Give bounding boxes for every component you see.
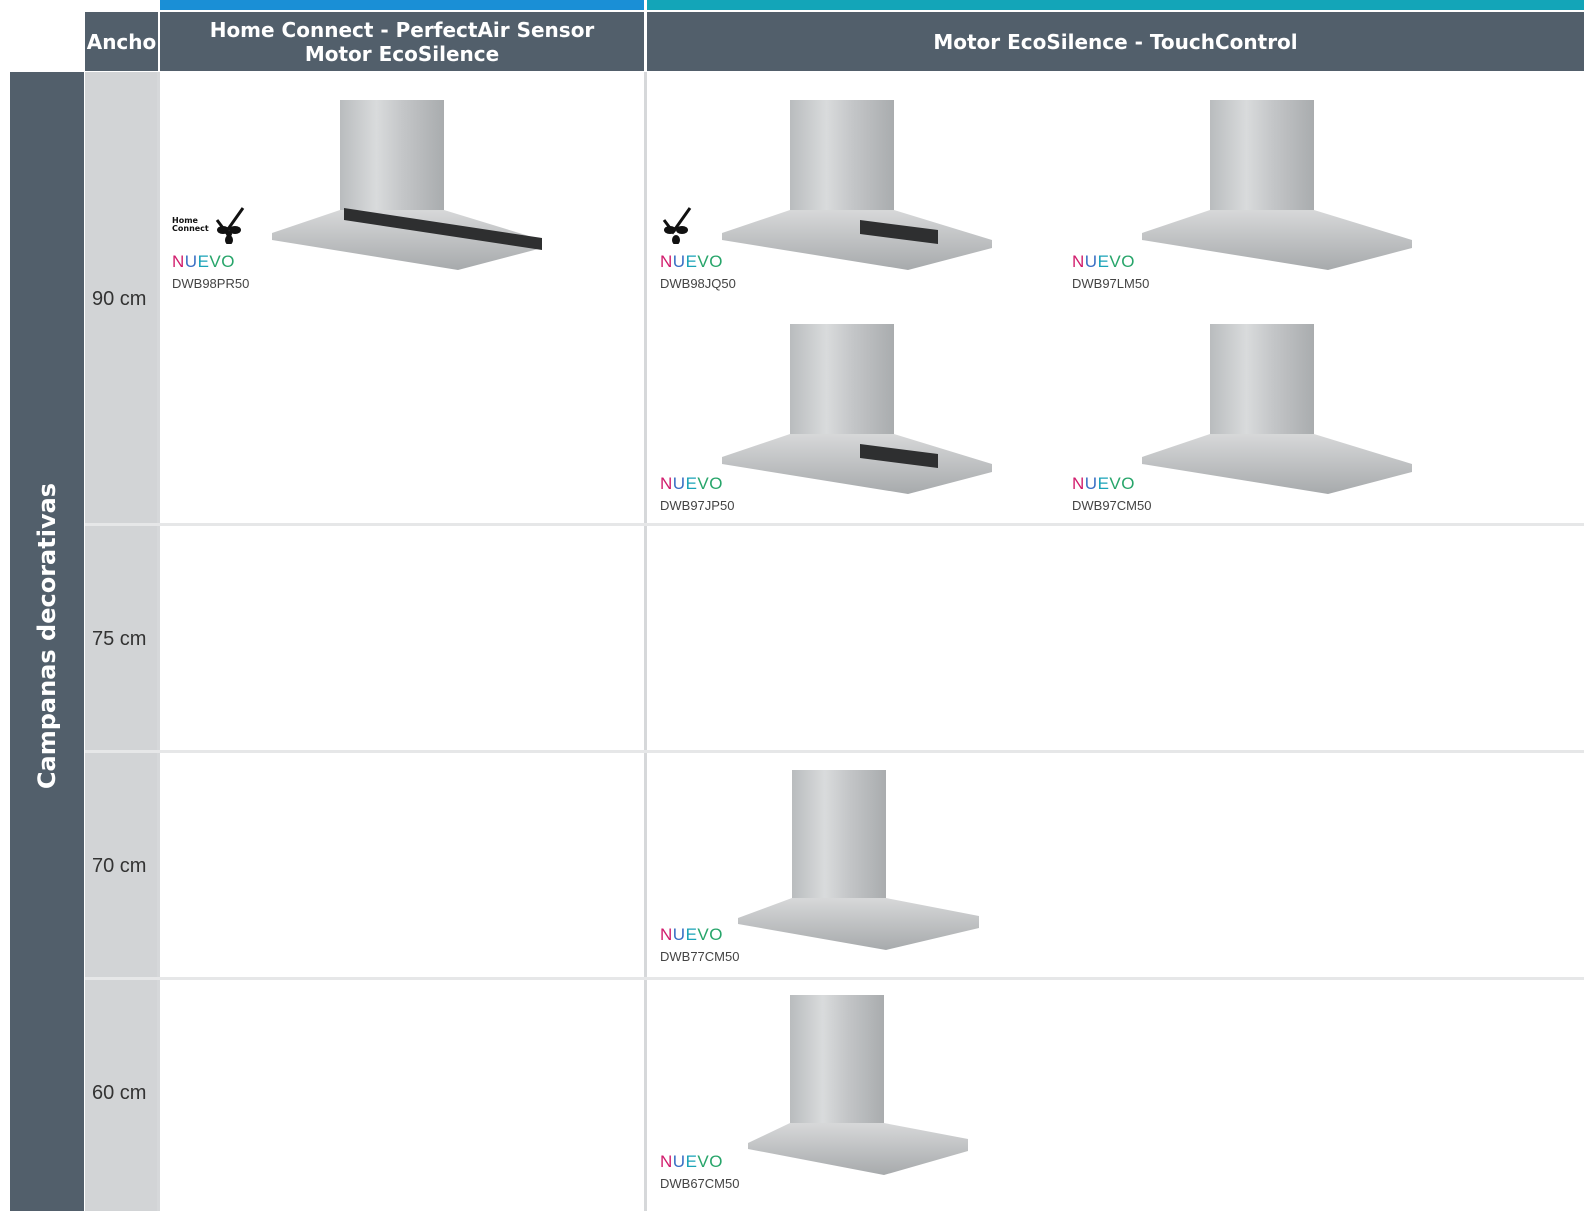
header-width: Ancho — [85, 12, 158, 71]
new-badge: NUEVO — [660, 474, 723, 493]
header-width-label: Ancho — [86, 29, 157, 54]
header-col-1: Home Connect - PerfectAir Sensor Motor E… — [160, 12, 644, 71]
product-dwb98jq50[interactable]: NUEVO DWB98JQ50 — [658, 98, 1058, 298]
product-dwb67cm50[interactable]: NUEVO DWB67CM50 — [658, 993, 1058, 1203]
header-col-1-line-1: Home Connect - PerfectAir Sensor — [209, 17, 595, 42]
product-dwb97cm50[interactable]: NUEVO DWB97CM50 — [1070, 322, 1470, 522]
new-badge: NUEVO — [660, 925, 723, 944]
new-badge: NUEVO — [660, 252, 723, 271]
hood-image — [722, 100, 992, 270]
product-dwb97lm50[interactable]: NUEVO DWB97LM50 — [1070, 98, 1470, 298]
model-number: DWB98PR50 — [172, 276, 250, 291]
perfectair-sensor-icon — [215, 207, 244, 244]
width-label-60: 60 cm — [92, 1082, 147, 1104]
width-label-75: 75 cm — [92, 628, 147, 650]
home-connect-icon: Home Connect — [172, 216, 209, 233]
header-col-2-label: Motor EcoSilence - TouchControl — [933, 29, 1298, 54]
new-badge: NUEVO — [172, 252, 235, 271]
column-divider-2 — [644, 72, 647, 1211]
new-badge: NUEVO — [1072, 474, 1135, 493]
width-label-70: 70 cm — [92, 855, 147, 877]
row-divider-70 — [85, 977, 1584, 980]
row-divider-90 — [85, 523, 1584, 526]
model-number: DWB77CM50 — [660, 949, 740, 964]
feature-icons: Home Connect — [172, 206, 245, 244]
row-divider-75 — [85, 750, 1584, 753]
perfectair-sensor-icon — [662, 207, 692, 244]
new-badge: NUEVO — [1072, 252, 1135, 271]
model-number: DWB97CM50 — [1072, 498, 1152, 513]
header-col-1-line-2: Motor EcoSilence — [304, 41, 500, 66]
width-label-90: 90 cm — [92, 288, 147, 310]
accent-bar-blue — [160, 0, 644, 10]
header-col-2: Motor EcoSilence - TouchControl — [647, 12, 1584, 71]
hood-image — [272, 100, 542, 270]
model-number: DWB97LM50 — [1072, 276, 1150, 291]
model-number: DWB98JQ50 — [660, 276, 736, 291]
hood-image — [722, 324, 992, 494]
hood-image — [1142, 100, 1412, 270]
section-label: Campanas decorativas — [33, 482, 61, 790]
product-dwb97jp50[interactable]: NUEVO DWB97JP50 — [658, 322, 1058, 522]
accent-bar-teal — [647, 0, 1584, 10]
hood-image — [1142, 324, 1412, 494]
model-number: DWB67CM50 — [660, 1176, 740, 1191]
column-divider-1 — [157, 72, 160, 1211]
new-badge: NUEVO — [660, 1152, 723, 1171]
hood-image — [738, 770, 979, 950]
model-number: DWB97JP50 — [660, 498, 735, 513]
product-dwb98pr50[interactable]: Home Connect NUEVO DWB98PR50 — [170, 98, 570, 298]
product-dwb77cm50[interactable]: NUEVO DWB77CM50 — [658, 768, 1058, 973]
hood-image — [748, 995, 968, 1175]
